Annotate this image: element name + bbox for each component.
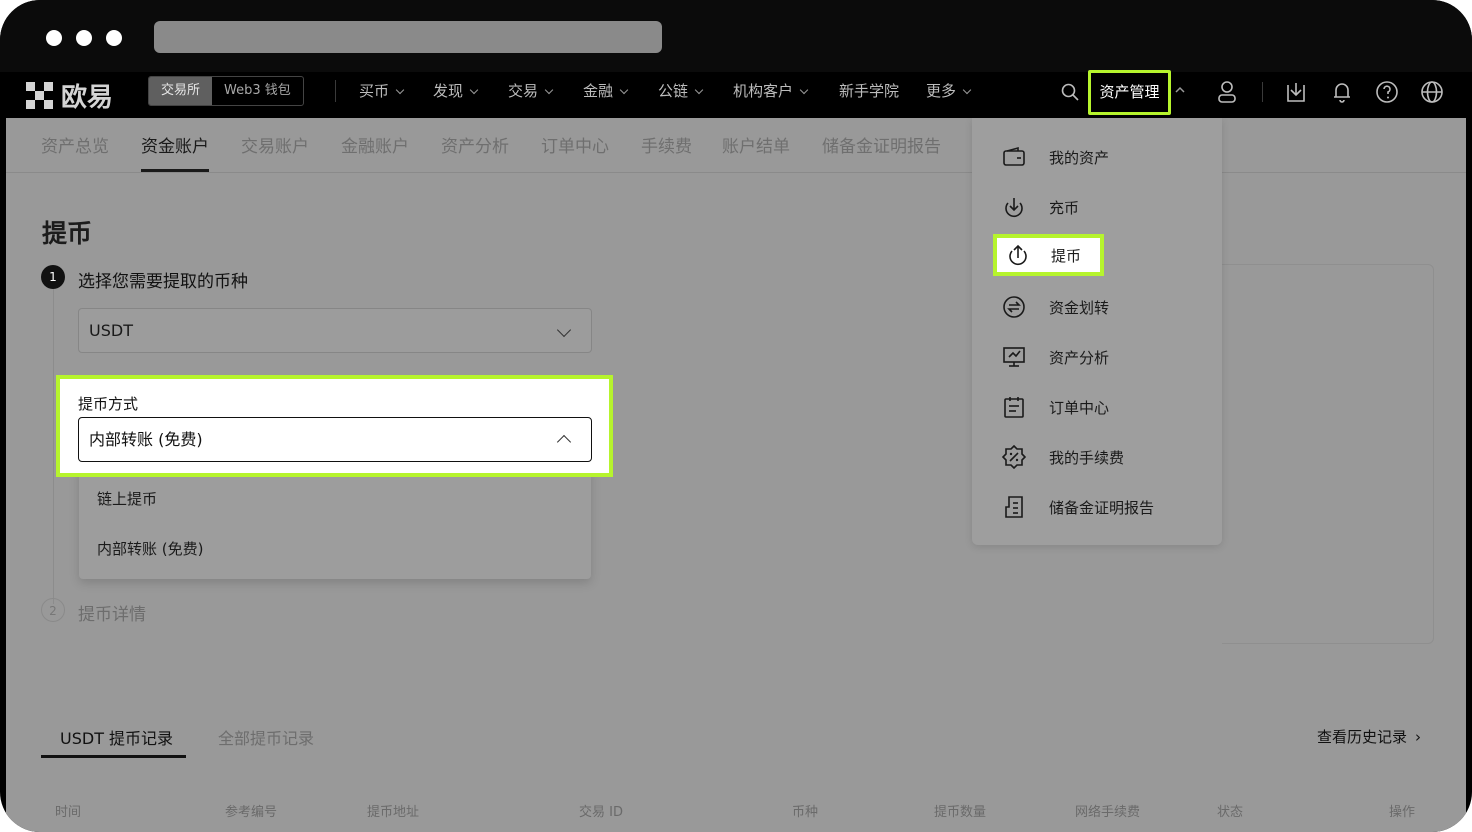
nav-item-academy[interactable]: 新手学院 bbox=[839, 80, 899, 102]
side-info-card bbox=[1222, 264, 1434, 644]
panel-item-my-fees[interactable]: 我的手续费 bbox=[972, 437, 1222, 477]
analysis-icon bbox=[1002, 345, 1026, 369]
wallet-icon bbox=[1002, 145, 1026, 169]
column-tx-id: 交易 ID bbox=[579, 805, 623, 820]
transfer-icon bbox=[1002, 295, 1026, 319]
deposit-icon bbox=[1002, 195, 1026, 219]
column-coin: 币种 bbox=[792, 805, 819, 820]
chevron-down-icon bbox=[556, 322, 572, 338]
chevron-right-icon: › bbox=[1415, 728, 1422, 746]
window-minimize-dot[interactable] bbox=[76, 30, 92, 46]
asset-management-panel: 我的资产 充币 提币 资金划转 资产分析 订单中心 我的手续费 储备金证明报告 bbox=[972, 118, 1222, 545]
user-icon[interactable] bbox=[1215, 79, 1239, 105]
panel-item-analysis[interactable]: 资产分析 bbox=[972, 337, 1222, 377]
nav-divider bbox=[335, 80, 336, 102]
column-status: 状态 bbox=[1217, 805, 1244, 820]
method-label: 提币方式 bbox=[78, 395, 139, 413]
view-history-link[interactable]: 查看历史记录 › bbox=[1317, 726, 1421, 747]
chevron-down-icon bbox=[395, 85, 405, 95]
title-bar bbox=[0, 0, 1472, 72]
globe-icon[interactable] bbox=[1420, 79, 1444, 105]
search-icon[interactable] bbox=[1060, 82, 1080, 102]
nav-divider bbox=[1262, 82, 1263, 102]
tab-asset-analysis[interactable]: 资产分析 bbox=[441, 132, 509, 157]
chevron-up-icon bbox=[556, 434, 572, 450]
brand-logo[interactable]: 欧易 bbox=[26, 77, 113, 114]
report-icon bbox=[1002, 495, 1026, 519]
chevron-down-icon bbox=[799, 85, 809, 95]
active-tab-underline bbox=[41, 755, 186, 758]
panel-item-deposit[interactable]: 充币 bbox=[972, 187, 1222, 227]
fee-icon bbox=[1001, 444, 1027, 470]
method-option-onchain[interactable]: 链上提币 bbox=[97, 488, 157, 509]
nav-item-trade[interactable]: 交易 bbox=[508, 80, 554, 102]
step-1-badge: 1 bbox=[41, 265, 65, 289]
tab-finance-account[interactable]: 金融账户 bbox=[341, 132, 409, 157]
nav-item-chain[interactable]: 公链 bbox=[658, 80, 704, 102]
chevron-down-icon bbox=[544, 85, 554, 95]
chevron-down-icon bbox=[694, 85, 704, 95]
tab-trading-account[interactable]: 交易账户 bbox=[241, 132, 309, 157]
coin-select-value: USDT bbox=[89, 321, 133, 340]
panel-item-withdraw[interactable]: 提币 bbox=[993, 234, 1104, 276]
panel-item-reserves-report[interactable]: 储备金证明报告 bbox=[972, 487, 1222, 527]
step-1-label: 选择您需要提取的币种 bbox=[78, 272, 248, 292]
download-app-icon[interactable] bbox=[1284, 79, 1308, 105]
segment-exchange[interactable]: 交易所 bbox=[149, 77, 213, 105]
platform-switch: 交易所 Web3 钱包 bbox=[148, 76, 304, 106]
column-action: 操作 bbox=[1389, 805, 1416, 820]
withdraw-method-section: 提币方式 内部转账 (免费) bbox=[56, 375, 613, 477]
brand-name: 欧易 bbox=[61, 83, 114, 113]
panel-item-orders[interactable]: 订单中心 bbox=[972, 387, 1222, 427]
coin-select[interactable]: USDT bbox=[78, 308, 592, 353]
tab-fees[interactable]: 手续费 bbox=[641, 132, 692, 157]
method-dropdown-menu: 链上提币 内部转账 (免费) bbox=[79, 467, 591, 579]
chevron-up-icon bbox=[1174, 84, 1186, 96]
step-connector bbox=[53, 289, 54, 604]
nav-item-finance[interactable]: 金融 bbox=[583, 80, 629, 102]
step-2-badge: 2 bbox=[41, 598, 65, 622]
tab-funding-account[interactable]: 资金账户 bbox=[141, 132, 209, 172]
help-icon[interactable] bbox=[1375, 79, 1399, 105]
chevron-down-icon bbox=[469, 85, 479, 95]
panel-item-my-assets[interactable]: 我的资产 bbox=[972, 137, 1222, 177]
segment-web3-wallet[interactable]: Web3 钱包 bbox=[212, 77, 303, 105]
panel-item-transfer[interactable]: 资金划转 bbox=[972, 287, 1222, 327]
tab-usdt-withdraw-records[interactable]: USDT 提币记录 bbox=[60, 725, 173, 749]
asset-management-menu[interactable]: 资产管理 bbox=[1088, 70, 1171, 115]
tab-order-center[interactable]: 订单中心 bbox=[541, 132, 609, 157]
top-navbar: 欧易 交易所 Web3 钱包 买币 发现 交易 金融 公链 机构客户 新手学院 … bbox=[0, 72, 1472, 118]
withdraw-icon bbox=[1006, 243, 1030, 267]
column-address: 提币地址 bbox=[367, 805, 420, 820]
tab-account-statement[interactable]: 账户结单 bbox=[722, 132, 790, 157]
window-zoom-dot[interactable] bbox=[106, 30, 122, 46]
method-option-internal[interactable]: 内部转账 (免费) bbox=[97, 538, 203, 559]
account-subnav: 资产总览 资金账户 交易账户 金融账户 资产分析 订单中心 手续费 账户结单 储… bbox=[6, 118, 1466, 173]
page-title: 提币 bbox=[42, 219, 93, 248]
chevron-down-icon bbox=[619, 85, 629, 95]
column-time: 时间 bbox=[55, 805, 82, 820]
column-reference: 参考编号 bbox=[225, 805, 278, 820]
column-amount: 提币数量 bbox=[934, 805, 987, 820]
method-select[interactable]: 内部转账 (免费) bbox=[78, 417, 592, 462]
method-select-value: 内部转账 (免费) bbox=[89, 430, 203, 449]
tab-asset-overview[interactable]: 资产总览 bbox=[41, 132, 109, 157]
nav-item-more[interactable]: 更多 bbox=[926, 80, 972, 102]
browser-frame: 欧易 交易所 Web3 钱包 买币 发现 交易 金融 公链 机构客户 新手学院 … bbox=[0, 0, 1472, 832]
tab-all-withdraw-records[interactable]: 全部提币记录 bbox=[218, 725, 314, 749]
column-network-fee: 网络手续费 bbox=[1075, 805, 1141, 820]
chevron-down-icon bbox=[962, 85, 972, 95]
address-bar[interactable] bbox=[154, 21, 662, 53]
order-icon bbox=[1002, 395, 1026, 419]
nav-item-institutional[interactable]: 机构客户 bbox=[733, 80, 809, 102]
step-2-label: 提币详情 bbox=[78, 605, 146, 625]
nav-item-buy[interactable]: 买币 bbox=[359, 80, 405, 102]
bell-icon[interactable] bbox=[1330, 79, 1354, 105]
nav-item-discover[interactable]: 发现 bbox=[433, 80, 479, 102]
window-close-dot[interactable] bbox=[46, 30, 62, 46]
okx-logo-icon bbox=[26, 82, 53, 109]
tab-proof-of-reserves[interactable]: 储备金证明报告 bbox=[822, 132, 941, 157]
